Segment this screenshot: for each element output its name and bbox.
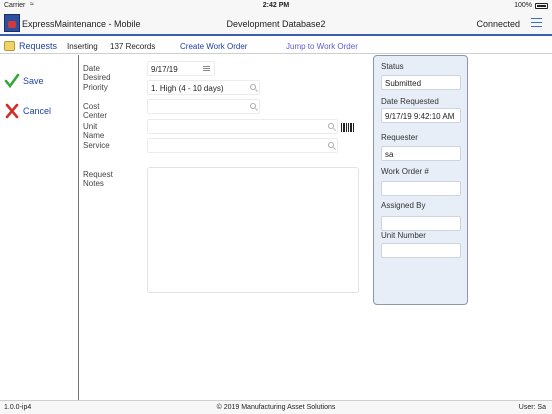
work-order-label: Work Order # (381, 167, 429, 176)
barcode-scan-icon[interactable] (341, 123, 354, 132)
date-requested-value: 9/17/19 9:42:10 AM (385, 112, 455, 121)
search-icon[interactable] (250, 103, 256, 109)
status-panel: Status Submitted Date Requested 9/17/19 … (373, 55, 468, 305)
date-requested-field: 9/17/19 9:42:10 AM (381, 108, 461, 123)
battery-icon (535, 3, 548, 9)
title-bar: ExpressMaintenance - Mobile Development … (0, 12, 552, 36)
user-label: User: Sa (518, 404, 546, 411)
device-status-bar: Carrier ≈ 2:42 PM 100% (0, 0, 552, 12)
date-desired-value: 9/17/19 (151, 65, 178, 74)
unit-number-field (381, 243, 461, 258)
requests-section-label[interactable]: Requests (19, 41, 57, 51)
cancel-label: Cancel (23, 106, 52, 116)
status-value: Submitted (385, 79, 422, 88)
clock: 2:42 PM (262, 2, 290, 9)
priority-label: Priority (83, 83, 108, 92)
assigned-by-field (381, 216, 461, 231)
hamburger-menu-icon[interactable] (531, 18, 542, 29)
priority-value: 1. High (4 - 10 days) (151, 84, 224, 93)
action-sidebar: Save Cancel (0, 55, 79, 400)
service-label: Service (83, 141, 110, 150)
footer-bar: 1.0.0-ip4 © 2019 Manufacturing Asset Sol… (0, 400, 552, 414)
status-label: Status (381, 62, 404, 71)
search-icon[interactable] (250, 84, 256, 90)
date-desired-field[interactable]: 9/17/19 (147, 61, 215, 76)
requester-field[interactable]: sa (381, 146, 461, 161)
service-field[interactable] (147, 138, 338, 153)
copyright-label: © 2019 Manufacturing Asset Solutions (216, 404, 336, 411)
create-work-order-link[interactable]: Create Work Order (180, 42, 247, 51)
request-notes-label: Request Notes (83, 170, 113, 188)
record-toolbar: Requests Inserting 137 Records Create Wo… (0, 38, 552, 54)
cost-center-field[interactable] (147, 99, 260, 114)
status-field: Submitted (381, 75, 461, 90)
search-icon[interactable] (328, 142, 334, 148)
work-order-field (381, 181, 461, 196)
assigned-by-label: Assigned By (381, 201, 426, 210)
request-notes-textarea[interactable] (147, 167, 359, 293)
database-title: Development Database2 (226, 19, 326, 29)
record-count: 137 Records (110, 42, 156, 51)
unit-name-field[interactable] (147, 119, 338, 134)
save-label: Save (23, 76, 44, 86)
connection-status: Connected (476, 19, 520, 29)
date-requested-label: Date Requested (381, 97, 439, 106)
cancel-button[interactable]: Cancel (4, 103, 64, 119)
unit-number-label: Unit Number (381, 231, 426, 240)
requests-icon (4, 41, 15, 51)
calendar-icon[interactable] (203, 66, 210, 72)
save-button[interactable]: Save (4, 73, 64, 89)
requester-value: sa (385, 150, 394, 159)
priority-select[interactable]: 1. High (4 - 10 days) (147, 80, 260, 95)
battery-percent: 100% (514, 2, 532, 9)
cost-center-label: Cost Center (83, 102, 108, 120)
requester-label: Requester (381, 133, 418, 142)
jump-to-work-order-link[interactable]: Jump to Work Order (286, 42, 358, 51)
date-desired-label: Date Desired (83, 64, 111, 82)
search-icon[interactable] (328, 123, 334, 129)
mode-indicator: Inserting (67, 42, 98, 51)
unit-name-label: Unit Name (83, 122, 105, 140)
